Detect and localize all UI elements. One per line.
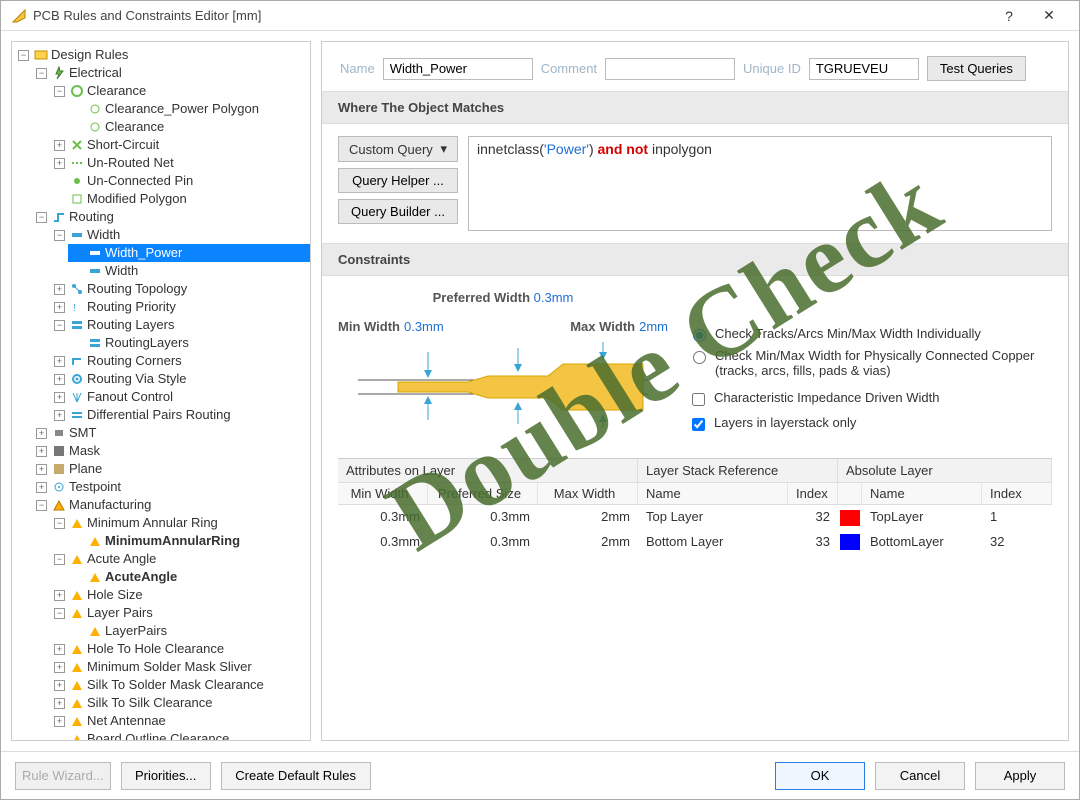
tree-rlayers[interactable]: −Routing Layers [50, 316, 310, 334]
apply-button[interactable]: Apply [975, 762, 1065, 790]
window-title: PCB Rules and Constraints Editor [mm] [33, 8, 989, 23]
impedance-checkbox[interactable] [692, 393, 705, 406]
tree-netant[interactable]: +Net Antennae [50, 712, 310, 730]
cancel-button[interactable]: Cancel [875, 762, 965, 790]
uid-field[interactable] [809, 58, 919, 80]
tree-modpoly[interactable]: Modified Polygon [50, 190, 310, 208]
table-row[interactable]: 0.3mm0.3mm2mmTop Layer32TopLayer1 [338, 505, 1052, 530]
match-scope-dropdown[interactable]: Custom Query▾ [338, 136, 458, 162]
tree-unrouted[interactable]: +Un-Routed Net [50, 154, 310, 172]
check-individually-radio[interactable] [693, 329, 706, 342]
create-default-rules-button[interactable]: Create Default Rules [221, 762, 371, 790]
tree-unconn[interactable]: Un-Connected Pin [50, 172, 310, 190]
tree-rlayers-leaf[interactable]: RoutingLayers [68, 334, 310, 352]
comment-field[interactable] [605, 58, 735, 80]
titlebar: PCB Rules and Constraints Editor [mm] ? … [1, 1, 1079, 31]
match-area: Custom Query▾ Query Helper ... Query Bui… [322, 124, 1068, 243]
name-label: Name [340, 61, 375, 76]
tree-clearance-grp[interactable]: −Clearance [50, 82, 310, 100]
query-builder-button[interactable]: Query Builder ... [338, 199, 458, 224]
tree-acute-grp[interactable]: −Acute Angle [50, 550, 310, 568]
tree-minann-grp[interactable]: −Minimum Annular Ring [50, 514, 310, 532]
tree-manu[interactable]: −Manufacturing [32, 496, 310, 514]
tree-prio[interactable]: +!Routing Priority [50, 298, 310, 316]
priorities-button[interactable]: Priorities... [121, 762, 211, 790]
tree-fanout[interactable]: +Fanout Control [50, 388, 310, 406]
tree-acute-leaf[interactable]: AcuteAngle [68, 568, 310, 586]
tree-topo[interactable]: +Routing Topology [50, 280, 310, 298]
query-helper-button[interactable]: Query Helper ... [338, 168, 458, 193]
tree-hole[interactable]: +Hole Size [50, 586, 310, 604]
tree-smt[interactable]: +SMT [32, 424, 310, 442]
layer-grid-body: 0.3mm0.3mm2mmTop Layer32TopLayer10.3mm0.… [338, 505, 1052, 554]
chevron-down-icon: ▾ [440, 141, 447, 157]
tree-testpoint[interactable]: +Testpoint [32, 478, 310, 496]
tree-label: Design Rules [51, 46, 128, 64]
tree-rvia[interactable]: +Routing Via Style [50, 370, 310, 388]
tree-rcorners[interactable]: +Routing Corners [50, 352, 310, 370]
rule-header-row: Name Comment Unique ID Test Queries [322, 42, 1068, 91]
svg-text:!: ! [73, 303, 76, 314]
close-button[interactable]: ✕ [1029, 7, 1069, 24]
tree-diff[interactable]: +Differential Pairs Routing [50, 406, 310, 424]
constraints-header: Constraints [322, 243, 1068, 276]
tree-plane[interactable]: +Plane [32, 460, 310, 478]
body: −Design Rules −Electrical −Clearance Cle… [1, 31, 1079, 751]
tree-routing[interactable]: −Routing [32, 208, 310, 226]
test-queries-button[interactable]: Test Queries [927, 56, 1026, 81]
dialog-footer: Rule Wizard... Priorities... Create Defa… [1, 751, 1079, 799]
layerstack-checkbox[interactable] [692, 418, 705, 431]
tree-s2s[interactable]: +Silk To Silk Clearance [50, 694, 310, 712]
check-connected-radio[interactable] [693, 351, 706, 364]
ok-button[interactable]: OK [775, 762, 865, 790]
tree-lpairs-grp[interactable]: −Layer Pairs [50, 604, 310, 622]
rule-editor-panel: Name Comment Unique ID Test Queries Wher… [321, 41, 1069, 741]
comment-label: Comment [541, 61, 597, 76]
layer-grid-groups: Attributes on Layer Layer Stack Referenc… [338, 458, 1052, 483]
width-diagram: Preferred Width 0.3mm Min Width0.3mm Max… [338, 290, 668, 430]
tree-width-grp[interactable]: −Width [50, 226, 310, 244]
rules-tree[interactable]: −Design Rules −Electrical −Clearance Cle… [11, 41, 311, 741]
tree-width-leaf[interactable]: Width [68, 262, 310, 280]
rule-wizard-button[interactable]: Rule Wizard... [15, 762, 111, 790]
table-row[interactable]: 0.3mm0.3mm2mmBottom Layer33BottomLayer32 [338, 530, 1052, 555]
tree-h2h[interactable]: +Hole To Hole Clearance [50, 640, 310, 658]
tree-clearance-leaf[interactable]: Clearance [68, 118, 310, 136]
constraint-options: Check Tracks/Arcs Min/Max Width Individu… [688, 290, 1052, 440]
tree-width-power[interactable]: Width_Power [68, 244, 310, 262]
app-icon [11, 8, 27, 24]
constraints-body: Preferred Width 0.3mm Min Width0.3mm Max… [322, 276, 1068, 740]
tree-root[interactable]: −Design Rules [14, 46, 310, 64]
tree-electrical[interactable]: −Electrical [32, 64, 310, 82]
name-field[interactable] [383, 58, 533, 80]
tree-s2sm[interactable]: +Silk To Solder Mask Clearance [50, 676, 310, 694]
tree-boc[interactable]: Board Outline Clearance [50, 730, 310, 741]
tree-msms[interactable]: +Minimum Solder Mask Sliver [50, 658, 310, 676]
query-textbox[interactable]: innetclass('Power') and not inpolygon [468, 136, 1052, 231]
uid-label: Unique ID [743, 61, 801, 76]
match-header: Where The Object Matches [322, 91, 1068, 124]
tree-short[interactable]: +Short-Circuit [50, 136, 310, 154]
tree-clearance-power[interactable]: Clearance_Power Polygon [68, 100, 310, 118]
tree-lpairs-leaf[interactable]: LayerPairs [68, 622, 310, 640]
window-frame: PCB Rules and Constraints Editor [mm] ? … [0, 0, 1080, 800]
tree-mask[interactable]: +Mask [32, 442, 310, 460]
layer-grid-columns: Min Width Preferred Size Max Width Name … [338, 483, 1052, 505]
help-button[interactable]: ? [989, 8, 1029, 24]
tree-minann-leaf[interactable]: MinimumAnnularRing [68, 532, 310, 550]
